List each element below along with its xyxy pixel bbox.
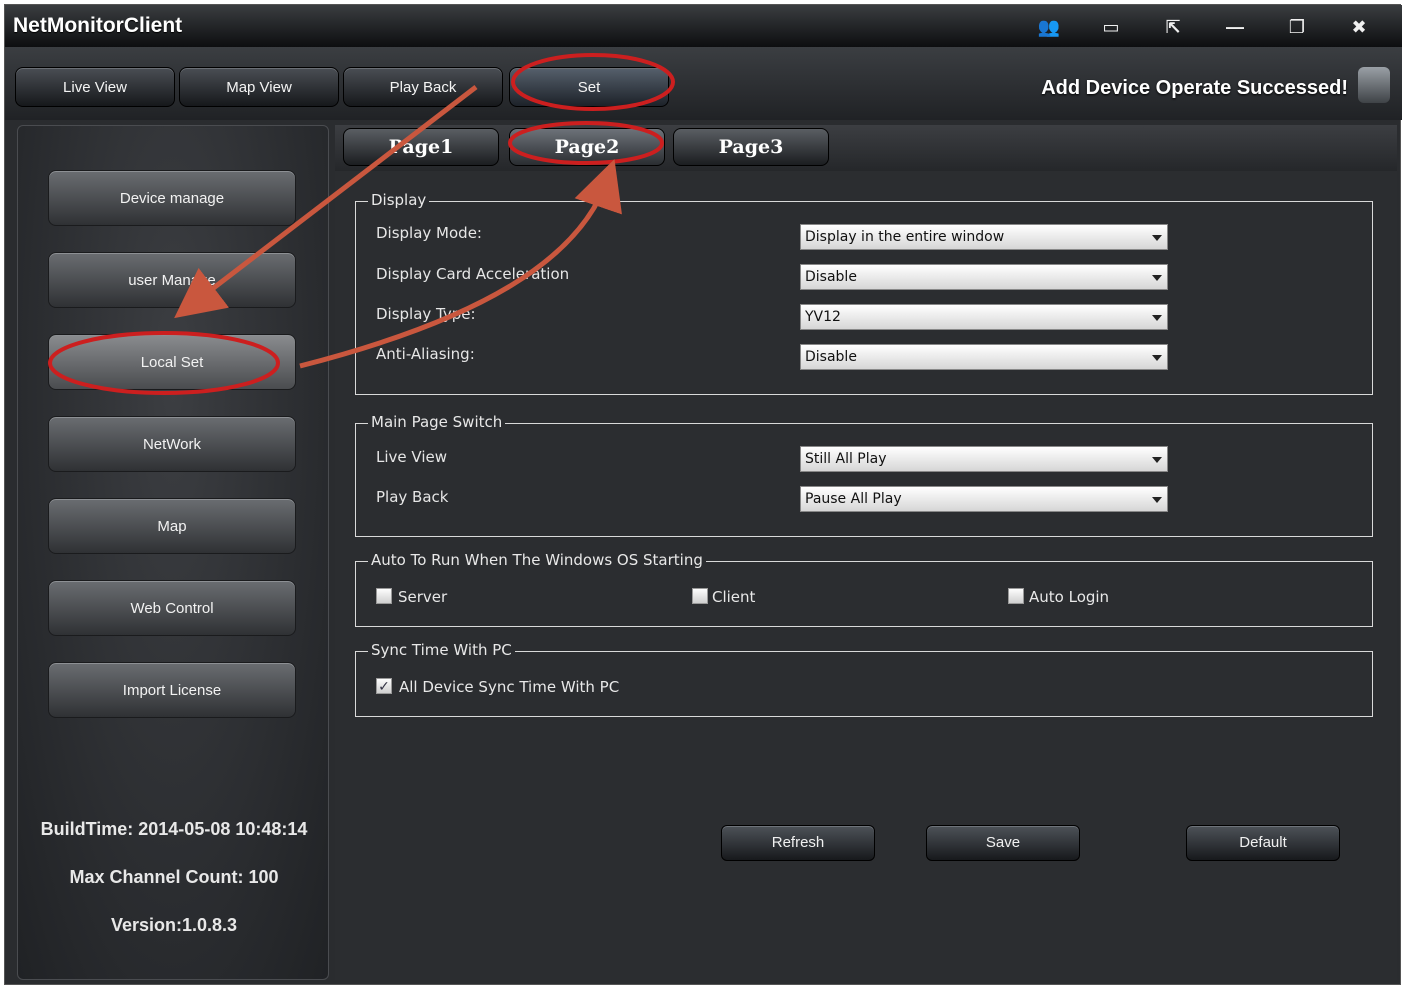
sidebar-item-user-manage[interactable]: user Manage bbox=[48, 252, 296, 308]
play-back-value: Pause All Play bbox=[805, 491, 902, 507]
autorun-group: Auto To Run When The Windows OS Starting… bbox=[355, 551, 1373, 627]
autorun-legend: Auto To Run When The Windows OS Starting bbox=[368, 551, 706, 569]
display-type-label: Display Type: bbox=[376, 305, 476, 323]
display-group: Display Display Mode: Display in the ent… bbox=[355, 191, 1373, 395]
chevron-down-icon bbox=[1152, 275, 1162, 281]
sidebar-item-network[interactable]: NetWork bbox=[48, 416, 296, 472]
default-button[interactable]: Default bbox=[1186, 825, 1340, 861]
display-card-acceleration-value: Disable bbox=[805, 269, 857, 285]
client-label: Client bbox=[712, 588, 756, 606]
server-checkbox[interactable] bbox=[376, 588, 392, 604]
auto-login-checkbox[interactable] bbox=[1008, 588, 1024, 604]
tab-set[interactable]: Set bbox=[509, 67, 669, 107]
anti-aliasing-value: Disable bbox=[805, 349, 857, 365]
sync-time-label: All Device Sync Time With PC bbox=[399, 678, 620, 696]
sidebar-item-map[interactable]: Map bbox=[48, 498, 296, 554]
live-view-label: Live View bbox=[376, 448, 447, 466]
settings-sidebar: Device manage user Manage Local Set NetW… bbox=[17, 125, 329, 980]
fullscreen-icon[interactable]: ⇱ bbox=[1159, 16, 1187, 38]
top-nav: Live View Map View Play Back Set Add Dev… bbox=[5, 47, 1402, 120]
sidebar-item-web-control[interactable]: Web Control bbox=[48, 580, 296, 636]
display-type-select[interactable]: YV12 bbox=[800, 304, 1168, 330]
title-bar: NetMonitorClient 👥 ▭ ⇱ — ❐ ✖ bbox=[5, 5, 1402, 47]
tab-page1[interactable]: Page1 bbox=[343, 128, 499, 166]
app-window: NetMonitorClient 👥 ▭ ⇱ — ❐ ✖ Live View M… bbox=[4, 4, 1402, 985]
chevron-down-icon bbox=[1152, 497, 1162, 503]
chevron-down-icon bbox=[1152, 235, 1162, 241]
tab-map-view[interactable]: Map View bbox=[179, 67, 339, 107]
sync-time-checkbox[interactable]: ✓ bbox=[376, 678, 392, 694]
server-label: Server bbox=[398, 588, 448, 606]
restore-icon[interactable]: ❐ bbox=[1283, 16, 1311, 38]
display-mode-value: Display in the entire window bbox=[805, 229, 1005, 245]
tab-page2[interactable]: Page2 bbox=[509, 128, 665, 166]
tab-page3[interactable]: Page3 bbox=[673, 128, 829, 166]
close-icon[interactable]: ✖ bbox=[1345, 16, 1373, 38]
sidebar-item-device-manage[interactable]: Device manage bbox=[48, 170, 296, 226]
display-card-acceleration-label: Display Card Acceleration bbox=[376, 265, 570, 283]
tab-play-back[interactable]: Play Back bbox=[343, 67, 503, 107]
display-type-value: YV12 bbox=[805, 309, 841, 325]
notification-icon[interactable] bbox=[1358, 67, 1390, 103]
anti-aliasing-select[interactable]: Disable bbox=[800, 344, 1168, 370]
display-mode-label: Display Mode: bbox=[376, 224, 482, 242]
display-mode-select[interactable]: Display in the entire window bbox=[800, 224, 1168, 250]
sidebar-item-import-license[interactable]: Import License bbox=[48, 662, 296, 718]
save-button[interactable]: Save bbox=[926, 825, 1080, 861]
refresh-button[interactable]: Refresh bbox=[721, 825, 875, 861]
tab-live-view[interactable]: Live View bbox=[15, 67, 175, 107]
main-page-switch-group: Main Page Switch Live View Still All Pla… bbox=[355, 413, 1373, 537]
users-icon[interactable]: 👥 bbox=[1035, 16, 1063, 38]
main-page-switch-legend: Main Page Switch bbox=[368, 413, 506, 431]
live-view-value: Still All Play bbox=[805, 451, 887, 467]
chevron-down-icon bbox=[1152, 457, 1162, 463]
play-back-label: Play Back bbox=[376, 488, 449, 506]
build-time: BuildTime: 2014-05-08 10:48:14 bbox=[40, 819, 308, 839]
sync-group: Sync Time With PC ✓ All Device Sync Time… bbox=[355, 641, 1373, 717]
version: Version:1.0.8.3 bbox=[110, 915, 238, 935]
display-legend: Display bbox=[368, 191, 430, 209]
play-back-select[interactable]: Pause All Play bbox=[800, 486, 1168, 512]
settings-content: Page1 Page2 Page3 Display Display Mode: … bbox=[335, 125, 1397, 980]
client-checkbox[interactable] bbox=[692, 588, 708, 604]
live-view-select[interactable]: Still All Play bbox=[800, 446, 1168, 472]
anti-aliasing-label: Anti-Aliasing: bbox=[376, 345, 475, 363]
sidebar-item-local-set[interactable]: Local Set bbox=[48, 334, 296, 390]
chevron-down-icon bbox=[1152, 355, 1162, 361]
minimize-icon[interactable]: — bbox=[1221, 16, 1249, 38]
status-message: Add Device Operate Successed! bbox=[1041, 77, 1348, 99]
window-layout-icon[interactable]: ▭ bbox=[1097, 16, 1125, 38]
max-channel-count: Max Channel Count: 100 bbox=[69, 867, 279, 887]
chevron-down-icon bbox=[1152, 315, 1162, 321]
app-title: NetMonitorClient bbox=[13, 14, 183, 37]
display-card-acceleration-select[interactable]: Disable bbox=[800, 264, 1168, 290]
sync-legend: Sync Time With PC bbox=[368, 641, 515, 659]
page-tabs: Page1 Page2 Page3 bbox=[335, 125, 1397, 171]
auto-login-label: Auto Login bbox=[1029, 588, 1110, 606]
